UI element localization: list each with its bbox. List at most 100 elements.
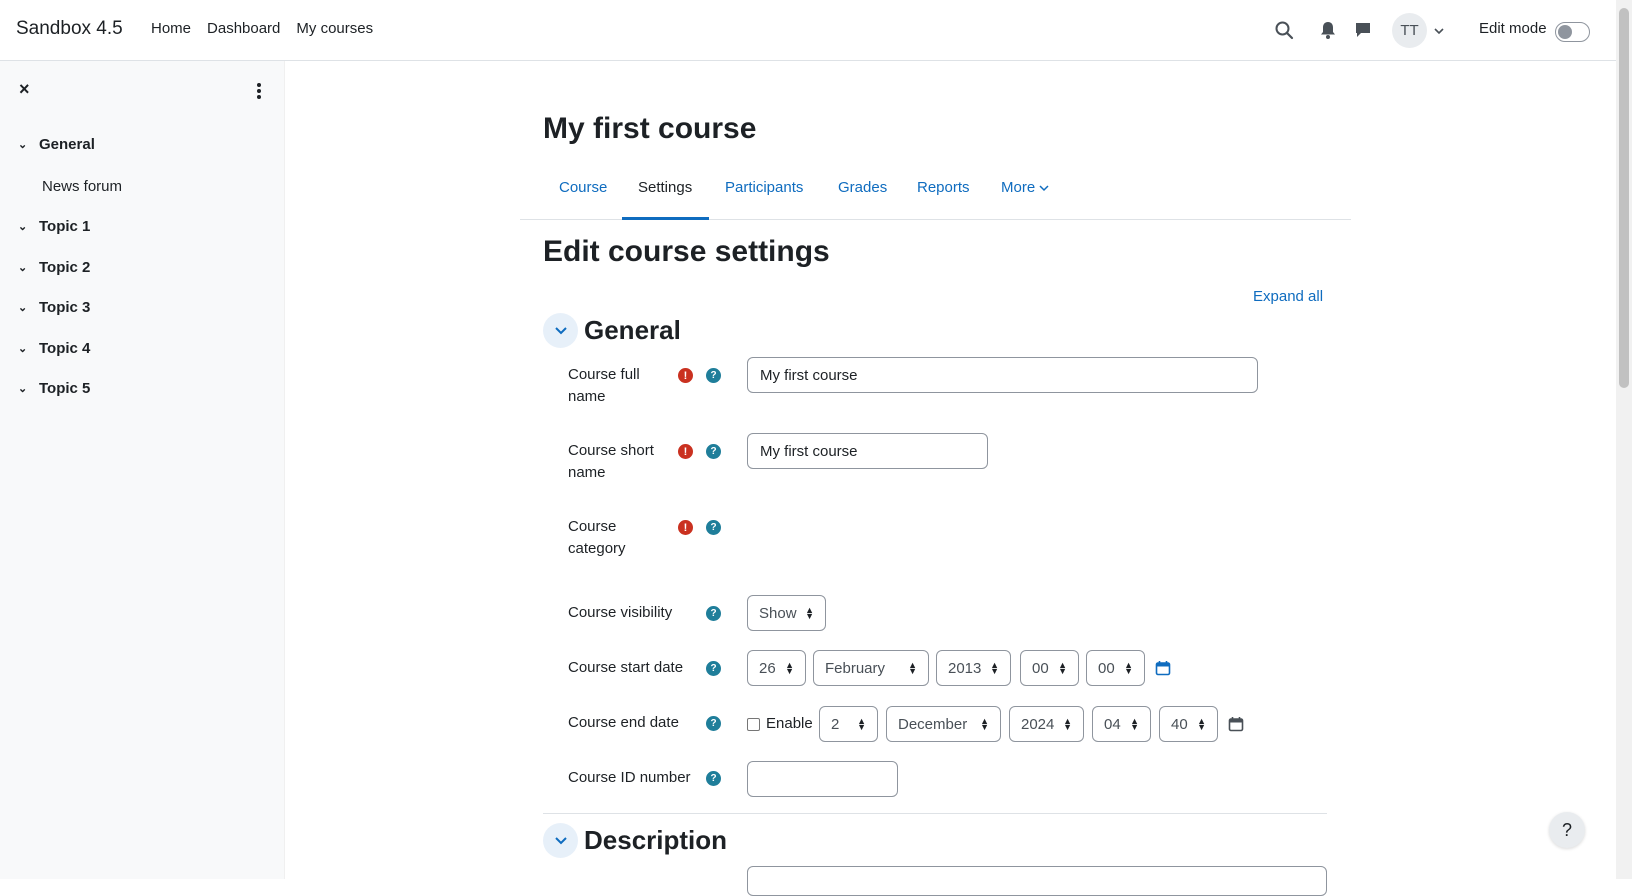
select-arrows-icon: ▲ ▼ (857, 716, 866, 732)
required-icon: ! (678, 520, 693, 535)
tab-reports[interactable]: Reports (917, 179, 970, 196)
start-month-select[interactable]: February ▲ ▼ (813, 650, 929, 686)
top-navbar: Sandbox 4.5 Home Dashboard My courses TT… (0, 0, 1616, 61)
site-brand[interactable]: Sandbox 4.5 (16, 18, 123, 40)
help-icon[interactable]: ? (706, 368, 721, 383)
chevron-down-icon[interactable]: ⌄ (18, 138, 32, 151)
fieldset-description-title: Description (584, 825, 728, 855)
select-arrows-icon: ▲ ▼ (980, 716, 989, 732)
fieldset-general-title: General (584, 315, 681, 345)
select-arrows-icon: ▲ ▼ (990, 660, 999, 676)
chevron-down-icon[interactable]: ⌄ (18, 220, 32, 233)
drawer-item-news-forum[interactable]: News forum (42, 178, 122, 195)
tab-more-label: More (1001, 179, 1036, 196)
fieldset-divider (543, 813, 1327, 814)
drawer-section-topic-4[interactable]: ⌄ Topic 4 (18, 340, 90, 357)
edit-mode-label: Edit mode (1479, 20, 1547, 37)
select-arrows-icon: ▲ ▼ (1063, 716, 1072, 732)
select-arrows-icon: ▲ ▼ (1197, 716, 1206, 732)
chevron-down-icon[interactable] (1434, 26, 1444, 36)
drawer-section-topic-3[interactable]: ⌄ Topic 3 (18, 299, 90, 316)
nav-home-link[interactable]: Home (151, 20, 191, 37)
full-name-input[interactable] (747, 357, 1258, 393)
help-button[interactable]: ? (1549, 812, 1585, 848)
drawer-section-label: Topic 1 (39, 218, 91, 235)
tab-grades[interactable]: Grades (838, 179, 887, 196)
chevron-down-icon[interactable]: ⌄ (18, 261, 32, 274)
help-icon[interactable]: ? (706, 520, 721, 535)
calendar-icon[interactable] (1228, 716, 1244, 732)
start-date-label: Course start date (568, 659, 684, 676)
nav-dashboard-link[interactable]: Dashboard (207, 20, 280, 37)
expand-all-link[interactable]: Expand all (1253, 288, 1323, 305)
drawer-section-topic-5[interactable]: ⌄ Topic 5 (18, 380, 90, 397)
page-heading: Edit course settings (543, 235, 830, 268)
start-day-select[interactable]: 26 ▲ ▼ (747, 650, 806, 686)
select-arrows-icon: ▲ ▼ (1130, 716, 1139, 732)
tab-settings[interactable]: Settings (638, 179, 692, 196)
required-icon: ! (678, 444, 693, 459)
course-title: My first course (543, 112, 757, 145)
start-minute-value: 00 (1098, 659, 1115, 677)
end-year-select[interactable]: 2024 ▲ ▼ (1009, 706, 1084, 742)
scrollbar[interactable] (1616, 0, 1632, 879)
select-arrows-icon: ▲ ▼ (908, 660, 917, 676)
start-year-select[interactable]: 2013 ▲ ▼ (936, 650, 1011, 686)
chevron-down-icon[interactable]: ⌄ (18, 382, 32, 395)
select-arrows-icon: ▲ ▼ (805, 605, 814, 621)
id-number-input[interactable] (747, 761, 898, 797)
required-icon: ! (678, 368, 693, 383)
drawer-section-topic-2[interactable]: ⌄ Topic 2 (18, 259, 90, 276)
nav-my-courses-link[interactable]: My courses (296, 20, 373, 37)
visibility-select[interactable]: Show ▲ ▼ (747, 595, 826, 631)
end-date-enable-checkbox[interactable] (747, 718, 760, 731)
start-minute-select[interactable]: 00 ▲ ▼ (1086, 650, 1145, 686)
select-arrows-icon: ▲ ▼ (1124, 660, 1133, 676)
help-icon[interactable]: ? (706, 716, 721, 731)
end-minute-select[interactable]: 40 ▲ ▼ (1159, 706, 1218, 742)
course-index-drawer: × ⌄ General News forum ⌄ Topic 1 ⌄ Topic… (0, 61, 285, 879)
drawer-section-general[interactable]: ⌄ General (18, 136, 95, 153)
calendar-icon[interactable] (1155, 660, 1171, 676)
messages-icon[interactable] (1353, 20, 1373, 40)
short-name-label: Course short name (568, 442, 654, 481)
fieldset-general-header[interactable]: General (543, 313, 681, 348)
short-name-input[interactable] (747, 433, 988, 469)
drawer-section-label: Topic 5 (39, 380, 91, 397)
drawer-section-topic-1[interactable]: ⌄ Topic 1 (18, 218, 90, 235)
fieldset-description-header[interactable]: Description (543, 823, 727, 858)
chevron-down-icon[interactable] (543, 823, 578, 858)
end-day-value: 2 (831, 715, 840, 733)
tab-course[interactable]: Course (559, 179, 607, 196)
end-month-select[interactable]: December ▲ ▼ (886, 706, 1001, 742)
chevron-down-icon (1039, 185, 1049, 192)
more-options-icon[interactable] (252, 81, 266, 99)
notification-bell-icon[interactable] (1318, 20, 1338, 40)
help-icon[interactable]: ? (706, 606, 721, 621)
help-icon[interactable]: ? (706, 444, 721, 459)
help-icon[interactable]: ? (706, 771, 721, 786)
drawer-section-label: Topic 2 (39, 259, 91, 276)
active-tab-indicator (622, 217, 709, 220)
visibility-value: Show (759, 604, 797, 622)
end-hour-select[interactable]: 04 ▲ ▼ (1092, 706, 1151, 742)
drawer-section-label: Topic 4 (39, 340, 91, 357)
help-icon[interactable]: ? (706, 661, 721, 676)
chevron-down-icon[interactable]: ⌄ (18, 342, 32, 355)
select-arrows-icon: ▲ ▼ (785, 660, 794, 676)
id-number-label: Course ID number (568, 769, 691, 786)
search-icon[interactable] (1274, 20, 1294, 40)
scrollbar-thumb[interactable] (1619, 8, 1629, 388)
tab-participants[interactable]: Participants (725, 179, 803, 196)
drawer-section-label: General (39, 136, 95, 153)
description-editor[interactable] (747, 866, 1327, 896)
chevron-down-icon[interactable]: ⌄ (18, 301, 32, 314)
close-icon[interactable]: × (19, 79, 30, 100)
tab-more[interactable]: More (1001, 179, 1049, 196)
end-day-select[interactable]: 2 ▲ ▼ (819, 706, 878, 742)
edit-mode-toggle[interactable] (1555, 22, 1590, 42)
start-hour-select[interactable]: 00 ▲ ▼ (1020, 650, 1079, 686)
user-avatar[interactable]: TT (1392, 13, 1427, 48)
end-date-enable-label[interactable]: Enable (766, 715, 813, 732)
chevron-down-icon[interactable] (543, 313, 578, 348)
